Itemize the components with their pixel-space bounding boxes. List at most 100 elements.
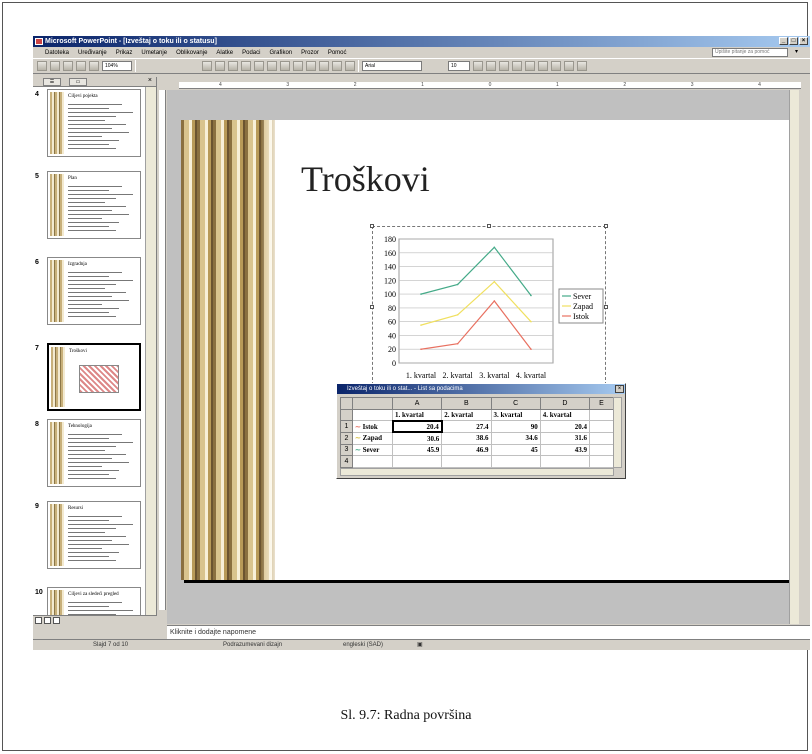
datasheet-grid[interactable]: A B C D E 1. kvartal 2. kvartal 3. kvart… — [340, 397, 614, 468]
slideshow-icon[interactable] — [53, 617, 60, 624]
table-cell[interactable]: 43.9 — [539, 443, 591, 457]
line-chart[interactable]: 180 160 140 120 100 80 60 40 20 0 1. kvartal 2. kva… — [373, 227, 607, 391]
open-icon[interactable] — [50, 61, 60, 71]
table-cell[interactable] — [539, 455, 591, 468]
column-letter[interactable]: C — [490, 397, 541, 410]
slide-preview[interactable]: Izgradnja — [47, 257, 141, 325]
close-button[interactable]: × — [799, 37, 808, 45]
corner-cell[interactable] — [340, 397, 353, 410]
table-cell[interactable] — [589, 443, 614, 457]
slide-title[interactable]: Troškovi — [301, 158, 430, 200]
table-cell[interactable] — [589, 455, 614, 468]
slide-preview[interactable]: Resursi — [47, 501, 141, 569]
row-label[interactable]: ∼ Istok — [352, 420, 393, 433]
slide-preview[interactable]: Plan — [47, 171, 141, 239]
table-cell[interactable]: 31.6 — [539, 431, 591, 445]
italic-icon[interactable] — [486, 61, 496, 71]
menu-pomoc[interactable]: Pomoć — [328, 50, 347, 56]
table-cell[interactable] — [589, 420, 614, 433]
normal-view-icon[interactable] — [35, 617, 42, 624]
table-cell[interactable]: 45.9 — [391, 443, 443, 457]
slide-thumbnail[interactable]: 7 Troškovi — [33, 341, 145, 413]
align-left-icon[interactable] — [512, 61, 522, 71]
help-search-input[interactable]: Upišite pitanje za pomoć — [712, 48, 788, 57]
column-header[interactable]: 2. kvartal — [441, 408, 492, 422]
minimize-button[interactable]: _ — [779, 37, 788, 45]
column-letter[interactable]: D — [539, 397, 591, 410]
table-cell[interactable]: 90 — [490, 420, 541, 433]
menu-datoteka[interactable]: Datoteka — [45, 50, 69, 56]
datasheet-vertical-scrollbar[interactable] — [613, 397, 622, 468]
table-cell[interactable] — [352, 408, 393, 422]
menu-grafikon[interactable]: Grafikon — [269, 50, 292, 56]
resize-handle[interactable] — [370, 305, 374, 309]
row-label[interactable]: ∼ Sever — [352, 443, 393, 457]
font-size-select[interactable]: 10 — [448, 61, 470, 71]
resize-handle[interactable] — [604, 305, 608, 309]
column-letter[interactable]: A — [391, 397, 443, 410]
column-header[interactable]: 4. kvartal — [539, 408, 591, 422]
datasheet-title[interactable]: Izveštaj o toku ili o stat... - List sa … — [337, 384, 625, 394]
menu-podaci[interactable]: Podaci — [242, 50, 260, 56]
menu-uredjivanje[interactable]: Uređivanje — [78, 50, 107, 56]
slide-thumbnail[interactable]: 6 Izgradnja — [33, 255, 145, 327]
align-right-icon[interactable] — [538, 61, 548, 71]
percent-icon[interactable] — [564, 61, 574, 71]
save-icon[interactable] — [63, 61, 73, 71]
datasheet-horizontal-scrollbar[interactable] — [340, 468, 614, 476]
paste-icon[interactable] — [267, 61, 277, 71]
column-header[interactable]: 1. kvartal — [391, 408, 443, 422]
row-number[interactable]: 3 — [340, 443, 353, 457]
datasheet-icon[interactable] — [228, 61, 238, 71]
maximize-button[interactable]: □ — [789, 37, 798, 45]
slide-preview[interactable]: Ciljevi za sledeći pregled — [47, 587, 141, 615]
slide-thumbnail[interactable]: 10 Ciljevi za sledeći pregled — [33, 585, 145, 615]
chart-object[interactable]: 180 160 140 120 100 80 60 40 20 0 1. kvartal 2. kva… — [370, 224, 608, 392]
slide-thumbnail[interactable]: 4 Ciljevi pojekta — [33, 87, 145, 159]
copy-icon[interactable] — [254, 61, 264, 71]
chevron-down-icon[interactable]: ▾ — [795, 48, 798, 55]
row-label[interactable]: ∼ Zapad — [352, 431, 393, 445]
resize-handle[interactable] — [487, 224, 491, 228]
table-cell[interactable]: 46.9 — [441, 443, 492, 457]
label-column-header[interactable] — [352, 397, 393, 410]
menu-oblikovanje[interactable]: Oblikovanje — [176, 50, 207, 56]
slide-thumbnail[interactable]: 5 Plan — [33, 169, 145, 241]
menu-alatke[interactable]: Alatke — [216, 50, 233, 56]
legend-icon[interactable] — [215, 61, 225, 71]
row-number[interactable]: 4 — [340, 455, 353, 468]
row-number[interactable]: 1 — [340, 420, 353, 433]
align-center-icon[interactable] — [525, 61, 535, 71]
chart-type-icon[interactable] — [202, 61, 212, 71]
table-cell[interactable]: 34.6 — [490, 431, 541, 445]
table-cell[interactable]: 38.6 — [441, 431, 492, 445]
table-cell[interactable] — [589, 431, 614, 445]
notes-pane[interactable]: Kliknite i dodajte napomene — [167, 625, 810, 639]
slide-preview[interactable]: Tehnologija — [47, 419, 141, 487]
resize-handle[interactable] — [604, 224, 608, 228]
table-cell[interactable]: 27.4 — [441, 420, 492, 433]
undo-icon[interactable] — [280, 61, 290, 71]
by-row-icon[interactable] — [293, 61, 303, 71]
resize-handle[interactable] — [370, 224, 374, 228]
table-cell[interactable] — [490, 455, 541, 468]
canvas-scrollbar[interactable] — [789, 90, 799, 624]
currency-icon[interactable] — [551, 61, 561, 71]
slide-preview[interactable]: Ciljevi pojekta — [47, 89, 141, 157]
zoom-select[interactable]: 104% — [102, 61, 132, 71]
thumbnails-scrollbar[interactable] — [145, 87, 156, 615]
column-letter[interactable]: E — [589, 397, 614, 410]
cut-icon[interactable] — [241, 61, 251, 71]
underline-icon[interactable] — [499, 61, 509, 71]
slide-thumbnail[interactable]: 9 Resursi — [33, 499, 145, 571]
table-cell[interactable]: 45 — [490, 443, 541, 457]
column-letter[interactable]: B — [441, 397, 492, 410]
table-cell[interactable]: 30.6 — [391, 431, 443, 445]
data-table-icon[interactable] — [319, 61, 329, 71]
by-column-icon[interactable] — [306, 61, 316, 71]
comma-icon[interactable] — [577, 61, 587, 71]
row-number[interactable] — [340, 408, 353, 422]
menu-prozor[interactable]: Prozor — [301, 50, 319, 56]
menu-umetanje[interactable]: Umetanje — [141, 50, 167, 56]
slide-preview[interactable]: Troškovi — [47, 343, 141, 411]
